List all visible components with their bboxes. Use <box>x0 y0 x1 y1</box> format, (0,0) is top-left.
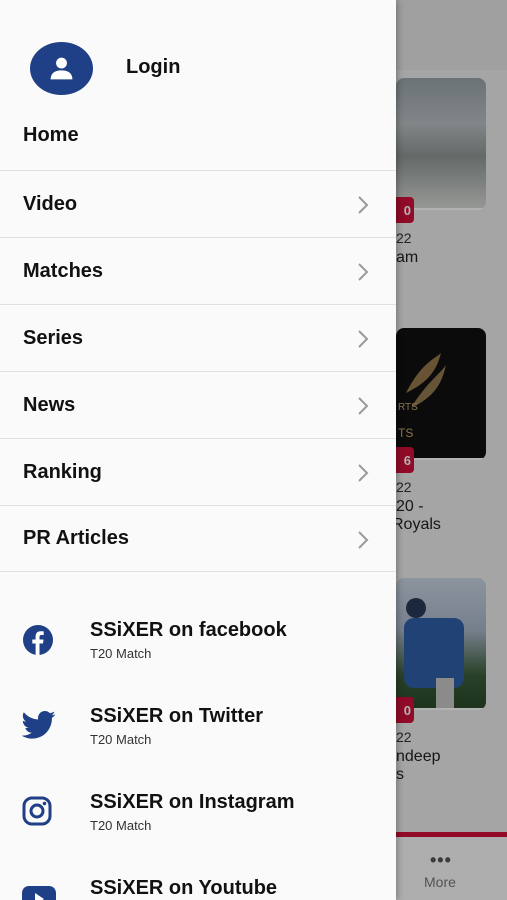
youtube-icon <box>22 886 56 900</box>
social-link-title: SSiXER on Instagram <box>90 791 295 813</box>
menu-item-matches[interactable]: Matches <box>0 237 396 304</box>
menu-item-pr-articles[interactable]: PR Articles <box>0 505 396 572</box>
social-link-title: SSiXER on Twitter <box>90 705 263 727</box>
avatar[interactable] <box>30 42 93 95</box>
chevron-right-icon <box>358 196 369 214</box>
chevron-right-icon <box>358 263 369 281</box>
social-link-subtitle: T20 Match <box>90 732 152 747</box>
chevron-right-icon <box>358 531 369 549</box>
navigation-drawer: Login Home Video Matches Series News Ran… <box>0 0 396 900</box>
drawer-menu: Video Matches Series News Ranking PR Art… <box>0 170 396 572</box>
social-link-facebook[interactable]: SSiXER on facebook T20 Match <box>0 614 396 684</box>
social-link-title: SSiXER on Youtube <box>90 877 278 899</box>
menu-item-label: Video <box>23 192 78 215</box>
menu-item-ranking[interactable]: Ranking <box>0 438 396 505</box>
menu-item-label: PR Articles <box>23 527 129 549</box>
twitter-icon <box>22 710 56 739</box>
social-link-twitter[interactable]: SSiXER on Twitter T20 Match <box>0 700 396 770</box>
user-icon <box>50 57 73 80</box>
social-link-youtube[interactable]: SSiXER on Youtube <box>0 872 396 900</box>
drawer-header: Login Home <box>0 0 396 170</box>
menu-item-series[interactable]: Series <box>0 304 396 371</box>
chevron-right-icon <box>358 397 369 415</box>
social-link-instagram[interactable]: SSiXER on Instagram T20 Match <box>0 786 396 856</box>
menu-item-label: Matches <box>23 259 104 282</box>
login-link[interactable]: Login <box>126 56 180 79</box>
menu-item-news[interactable]: News <box>0 371 396 438</box>
chevron-right-icon <box>358 330 369 348</box>
chevron-right-icon <box>358 464 369 482</box>
menu-item-label: Ranking <box>23 460 102 483</box>
social-link-title: SSiXER on facebook <box>90 619 287 641</box>
menu-item-label: Series <box>23 326 84 349</box>
menu-item-label: News <box>23 393 76 416</box>
social-link-subtitle: T20 Match <box>90 818 152 833</box>
facebook-icon <box>23 625 53 655</box>
menu-item-home[interactable]: Home <box>23 124 79 147</box>
social-link-subtitle: T20 Match <box>90 646 152 661</box>
instagram-icon <box>22 796 52 826</box>
menu-item-video[interactable]: Video <box>0 170 396 237</box>
